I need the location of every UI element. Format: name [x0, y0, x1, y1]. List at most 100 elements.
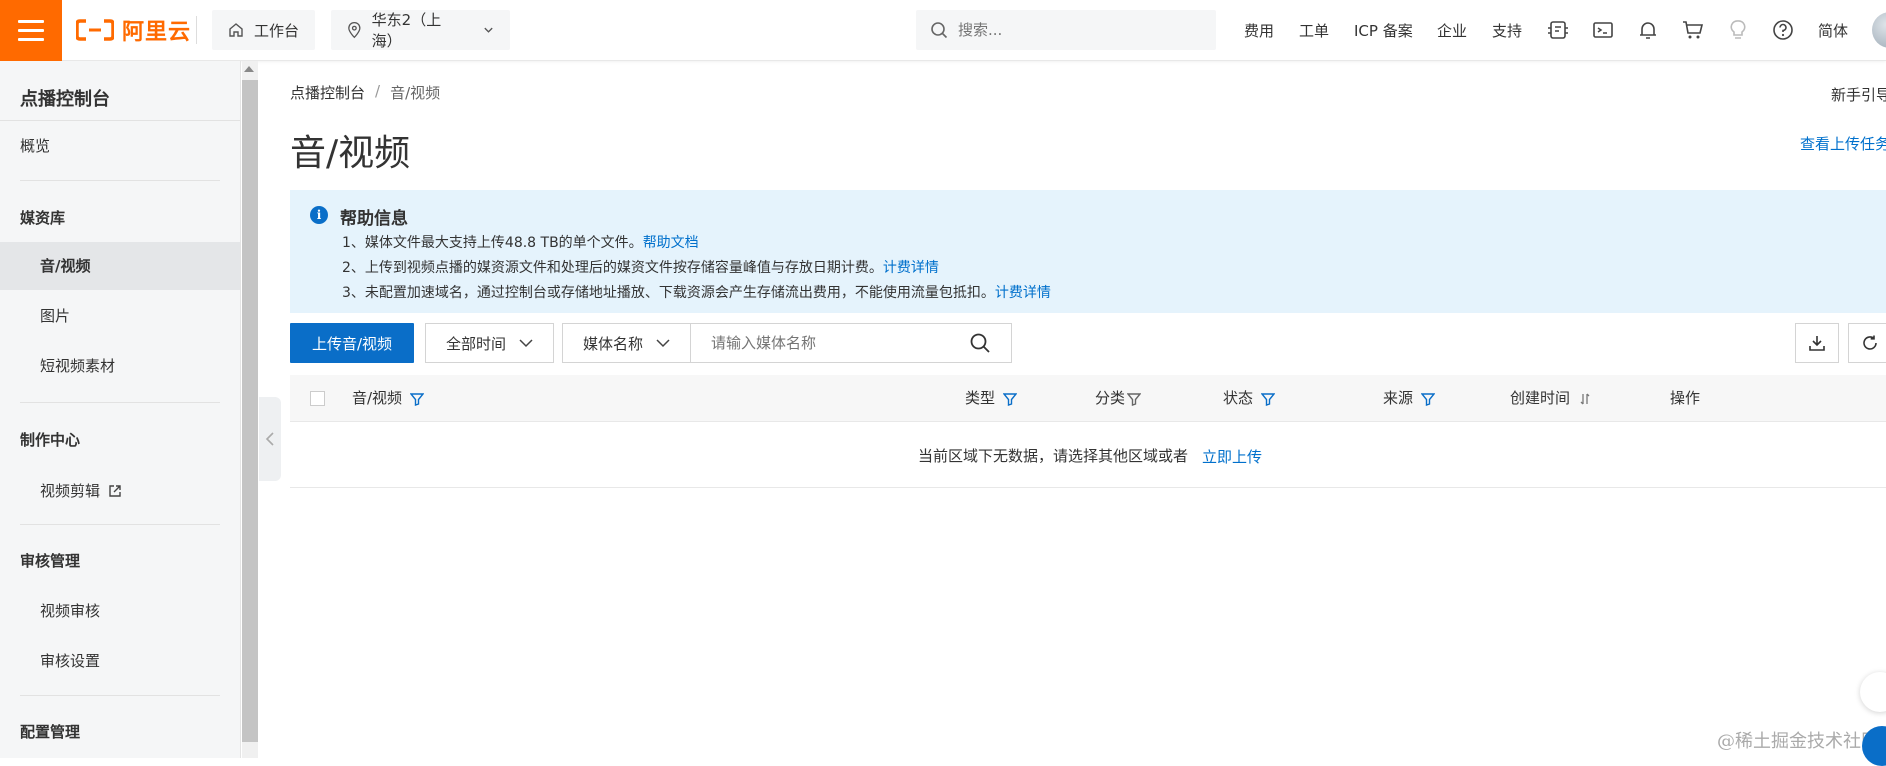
help-line-2: 2、上传到视频点播的媒资源文件和处理后的媒资文件按存储容量峰值与存放日期计费。计…: [342, 257, 939, 277]
refresh-button[interactable]: [1848, 323, 1886, 363]
sidebar-item-short-video[interactable]: 短视频素材: [0, 342, 240, 390]
location-pin-icon: [348, 22, 361, 39]
upload-media-button[interactable]: 上传音/视频: [290, 323, 414, 363]
field-filter-select[interactable]: 媒体名称: [562, 323, 691, 363]
help-line-text: 3、未配置加速域名，通过控制台或存储地址播放、下载资源会产生存储流出费用，不能使…: [342, 285, 995, 301]
download-button[interactable]: [1795, 323, 1839, 363]
column-label: 分类: [1095, 389, 1126, 407]
breadcrumb: 点播控制台 / 音/视频: [290, 82, 440, 103]
global-search-input[interactable]: [958, 21, 1198, 39]
help-icon[interactable]: [1771, 18, 1795, 42]
workbench-label: 工作台: [254, 21, 300, 40]
help-line-text: 1、媒体文件最大支持上传48.8 TB的单个文件。: [342, 235, 643, 251]
column-created: 创建时间: [1510, 375, 1592, 422]
help-line-3: 3、未配置加速域名，通过控制台或存储地址播放、下载资源会产生存储流出费用，不能使…: [342, 282, 1051, 302]
workbench-button[interactable]: 工作台: [212, 10, 315, 50]
logo-mark-icon: [76, 19, 114, 41]
sidebar-group-media[interactable]: 媒资库: [20, 207, 65, 228]
help-title: 帮助信息: [340, 209, 408, 229]
info-icon: i: [310, 206, 328, 224]
terminal-icon[interactable]: [1591, 18, 1615, 42]
upload-now-link[interactable]: 立即上传: [1202, 446, 1262, 467]
bulb-icon[interactable]: [1726, 18, 1750, 42]
newbie-guide-link[interactable]: 新手引导: [1831, 84, 1886, 105]
nav-fees[interactable]: 费用: [1244, 0, 1274, 61]
nav-tickets[interactable]: 工单: [1299, 0, 1329, 61]
field-filter-value: 媒体名称: [583, 334, 644, 353]
sort-icon[interactable]: [1578, 392, 1592, 406]
external-link-icon: [109, 485, 121, 497]
app-icon[interactable]: [1546, 18, 1570, 42]
chevron-down-icon: [519, 339, 533, 348]
filter-icon[interactable]: [1421, 392, 1436, 406]
region-selector[interactable]: 华东2（上海）: [331, 10, 510, 50]
breadcrumb-current: 音/视频: [390, 84, 441, 102]
help-doc-link[interactable]: 帮助文档: [643, 235, 699, 251]
filter-icon[interactable]: [1127, 392, 1142, 406]
sidebar-scrollbar-thumb[interactable]: [242, 80, 258, 742]
language-switch[interactable]: 简体: [1818, 0, 1848, 61]
breadcrumb-root[interactable]: 点播控制台: [290, 82, 365, 103]
sidebar-group-production[interactable]: 制作中心: [20, 429, 80, 450]
sidebar: 点播控制台 概览 媒资库 音/视频 图片 短视频素材 制作中心 视频剪辑 审核管…: [0, 61, 241, 758]
column-category: 分类: [1095, 375, 1142, 422]
menu-icon[interactable]: [0, 0, 62, 61]
aliyun-logo[interactable]: 阿里云: [76, 14, 191, 46]
bell-icon[interactable]: [1636, 18, 1660, 42]
feedback-float-button[interactable]: [1860, 672, 1886, 712]
home-icon: [229, 23, 243, 37]
refresh-icon: [1863, 335, 1877, 350]
nav-icp[interactable]: ICP 备案: [1354, 0, 1413, 61]
scroll-up-icon[interactable]: [244, 66, 254, 72]
billing-detail-link[interactable]: 计费详情: [995, 285, 1051, 301]
sidebar-divider: [0, 120, 240, 121]
column-label: 操作: [1670, 389, 1701, 407]
view-upload-tasks-link[interactable]: 查看上传任务: [1800, 133, 1886, 154]
filter-icon[interactable]: [1003, 392, 1018, 406]
time-filter-select[interactable]: 全部时间: [425, 323, 554, 363]
avatar[interactable]: [1872, 12, 1886, 48]
sidebar-group-review[interactable]: 审核管理: [20, 550, 80, 571]
chevron-down-icon: [656, 339, 670, 348]
logo-divider: [196, 16, 197, 44]
sidebar-item-review-settings[interactable]: 审核设置: [0, 637, 240, 685]
help-panel: i 帮助信息 1、媒体文件最大支持上传48.8 TB的单个文件。帮助文档 2、上…: [290, 190, 1886, 313]
nav-support[interactable]: 支持: [1492, 0, 1522, 61]
sidebar-divider: [20, 524, 220, 525]
sidebar-divider: [20, 695, 220, 696]
breadcrumb-separator: /: [375, 82, 381, 100]
sidebar-item-images[interactable]: 图片: [0, 292, 240, 340]
help-line-1: 1、媒体文件最大支持上传48.8 TB的单个文件。帮助文档: [342, 232, 699, 252]
column-status: 状态: [1223, 375, 1276, 422]
time-filter-value: 全部时间: [446, 334, 507, 353]
column-actions: 操作: [1670, 375, 1700, 422]
region-label: 华东2（上海）: [371, 11, 442, 50]
sidebar-title: 点播控制台: [20, 89, 110, 110]
media-search[interactable]: [690, 323, 1012, 363]
filter-icon[interactable]: [410, 392, 425, 406]
sidebar-collapse-button[interactable]: [259, 397, 281, 481]
billing-detail-link[interactable]: 计费详情: [883, 260, 939, 276]
select-all-checkbox[interactable]: [310, 391, 325, 406]
page-title: 音/视频: [290, 133, 411, 174]
column-media: 音/视频: [352, 375, 425, 422]
column-source: 来源: [1383, 375, 1436, 422]
sidebar-item-video-edit[interactable]: 视频剪辑: [0, 467, 240, 515]
chevron-left-icon: [265, 432, 274, 446]
global-search[interactable]: [916, 10, 1216, 50]
column-label: 创建时间: [1510, 389, 1571, 407]
top-bar: 阿里云 工作台 华东2（上海） 费用 工单 ICP 备案 企业 支持: [0, 0, 1886, 61]
sidebar-item-overview[interactable]: 概览: [0, 122, 240, 170]
search-icon[interactable]: [969, 332, 991, 354]
sidebar-item-audio-video[interactable]: 音/视频: [0, 242, 240, 290]
media-search-input[interactable]: [711, 334, 961, 352]
sidebar-group-config[interactable]: 配置管理: [20, 721, 80, 742]
column-label: 来源: [1383, 389, 1414, 407]
nav-enterprise[interactable]: 企业: [1437, 0, 1467, 61]
filter-icon[interactable]: [1261, 392, 1276, 406]
column-label: 类型: [965, 389, 996, 407]
sidebar-item-video-review[interactable]: 视频审核: [0, 587, 240, 635]
cart-icon[interactable]: [1681, 18, 1705, 42]
search-icon: [931, 22, 948, 39]
empty-message: 当前区域下无数据，请选择其他区域或者: [918, 447, 1189, 465]
